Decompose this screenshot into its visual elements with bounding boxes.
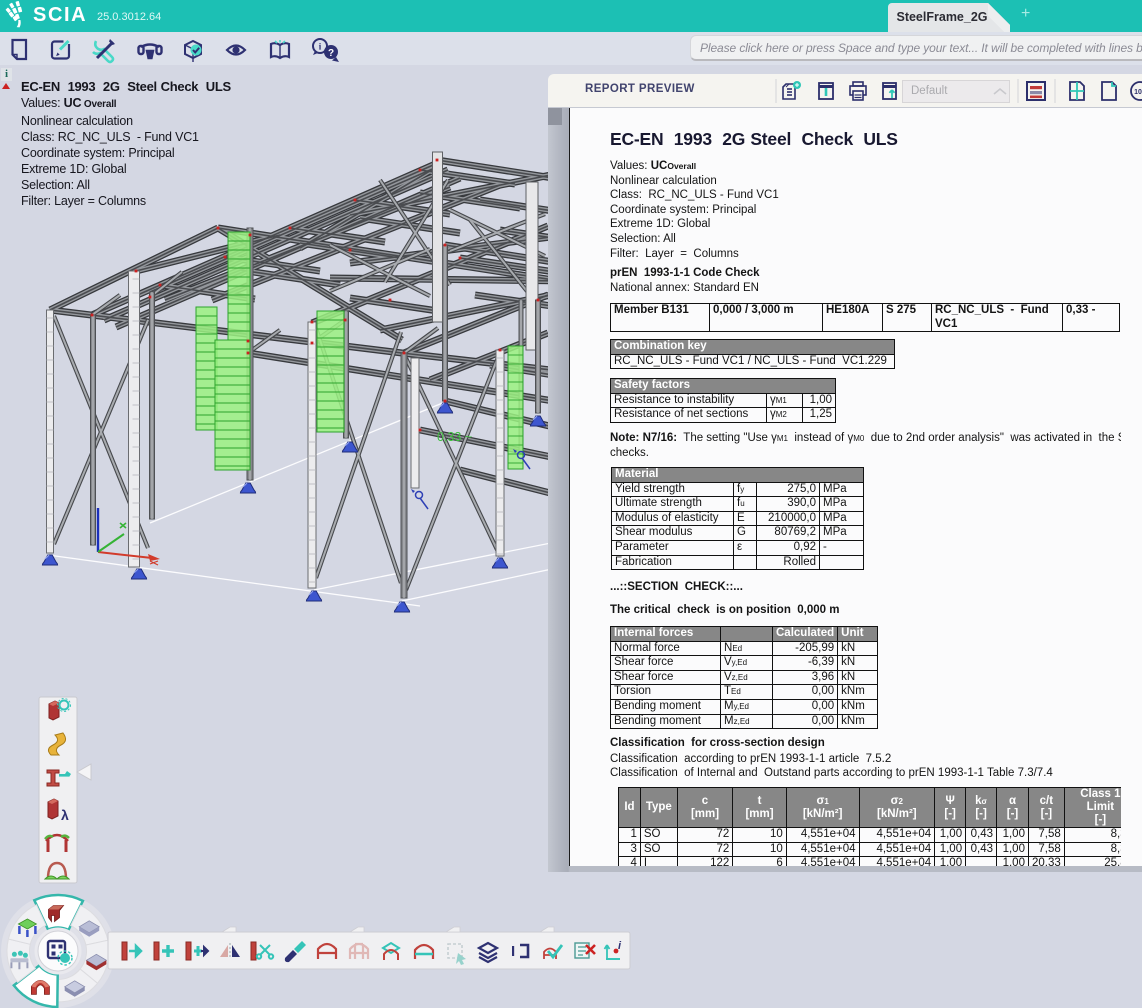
svg-text:?: ? [328,48,334,59]
svg-text:λ: λ [61,807,69,823]
svg-text:I: I [511,943,515,960]
svg-text:0,33 ~: 0,33 ~ [437,430,472,444]
svg-text:i: i [319,42,322,52]
svg-text:SteelFrame_2G: SteelFrame_2G [896,10,987,24]
svg-text:100: 100 [1134,89,1142,96]
